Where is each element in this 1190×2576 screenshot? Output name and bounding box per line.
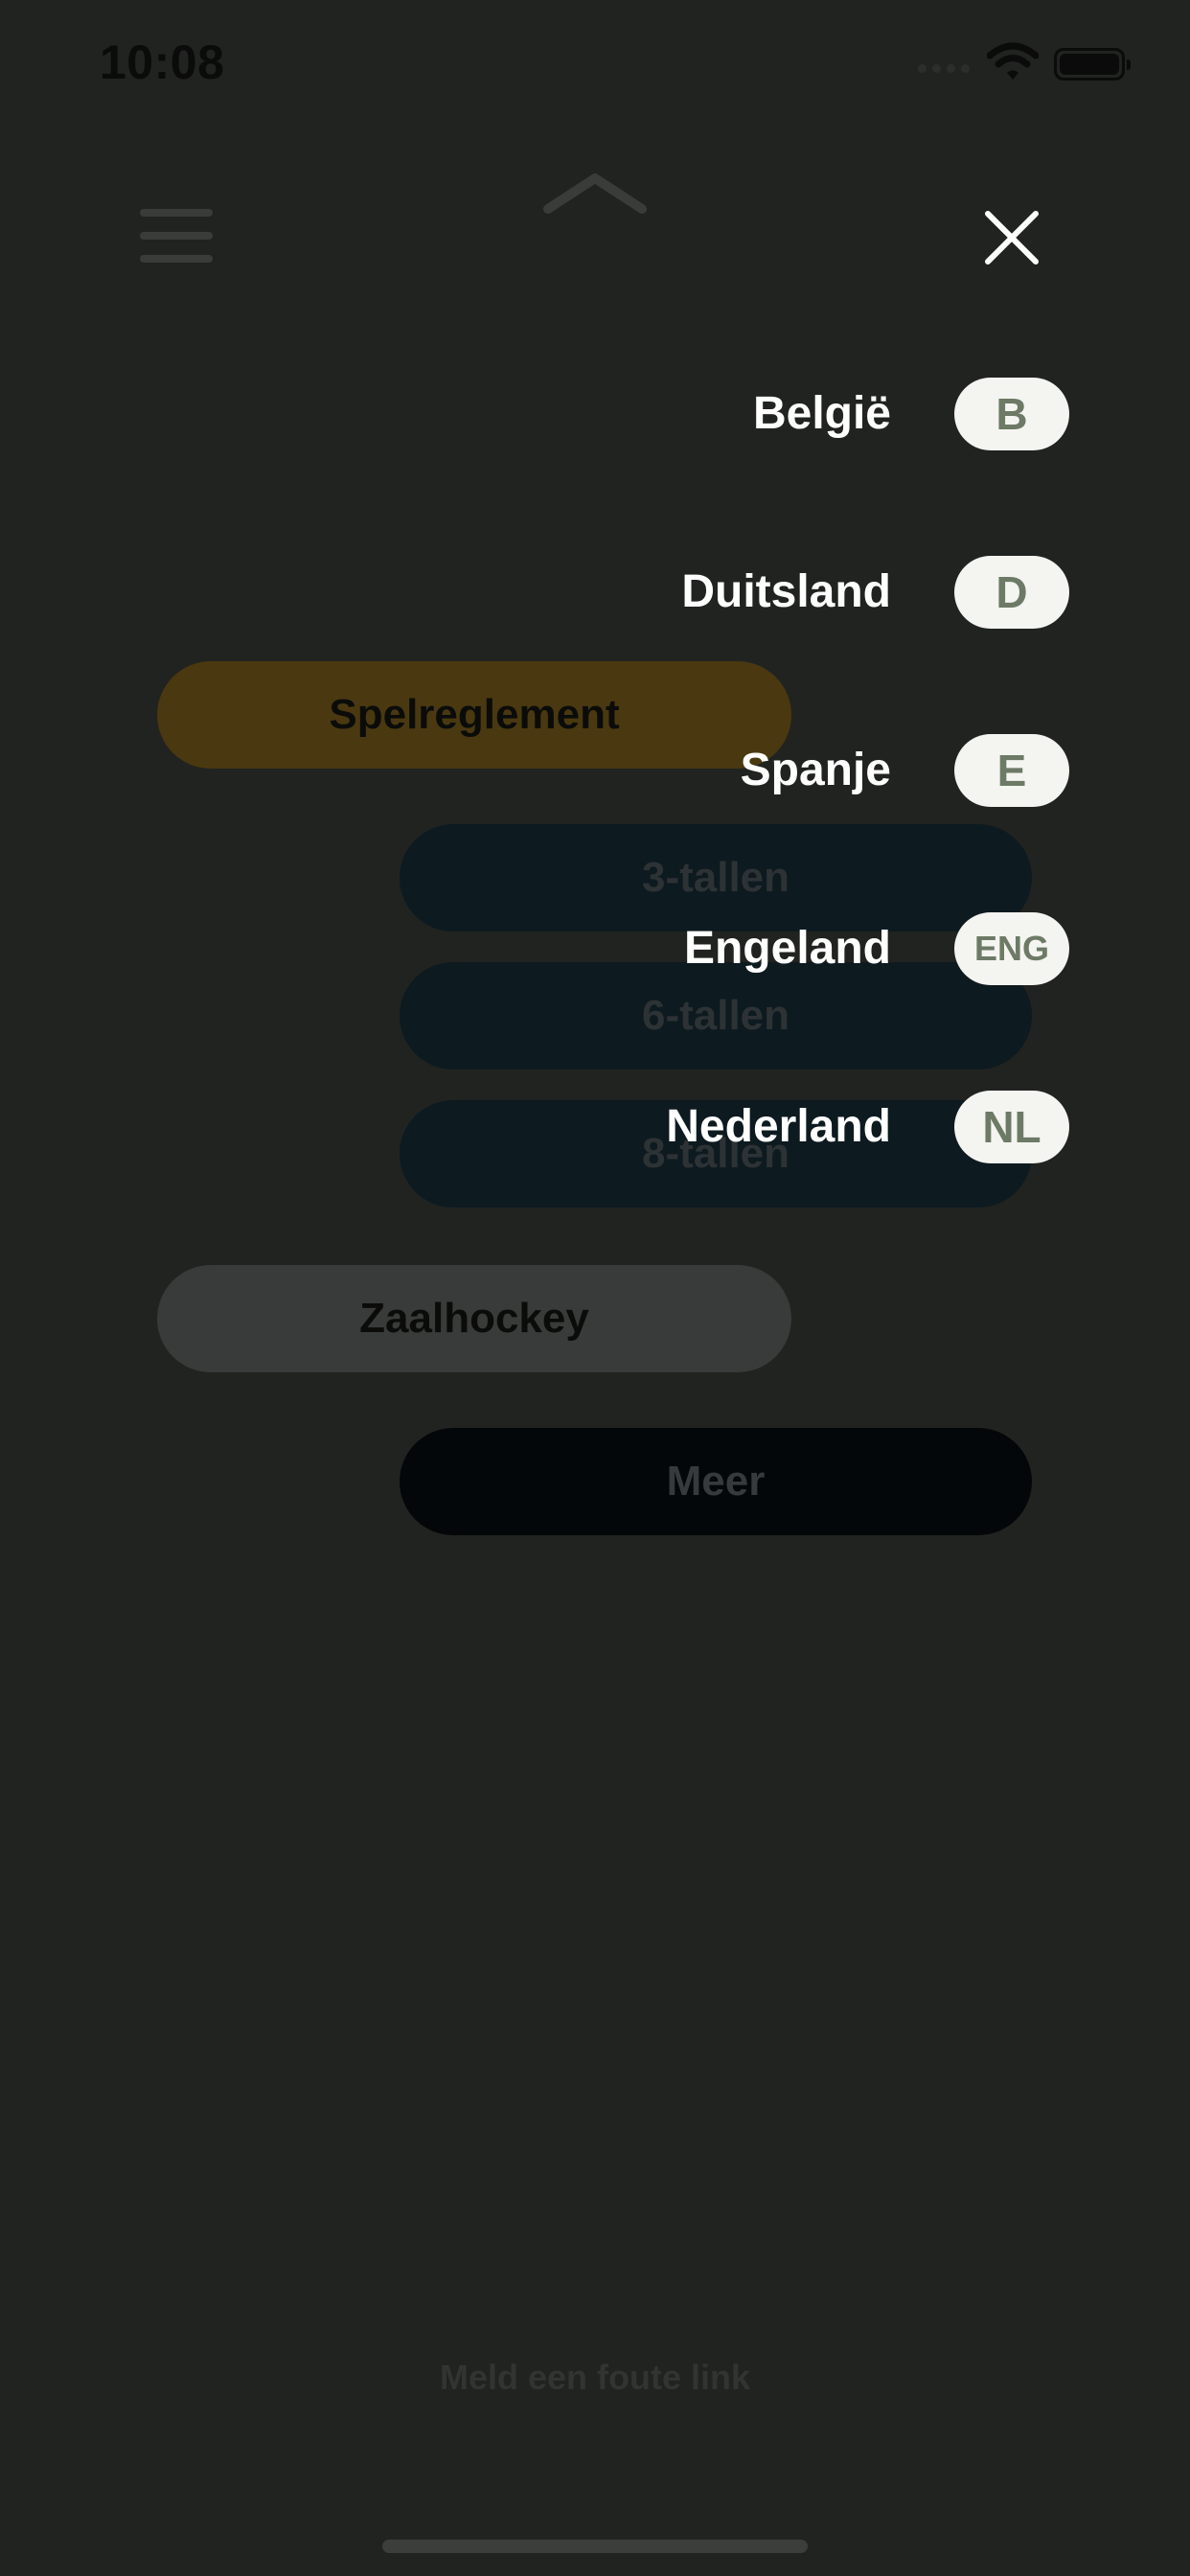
language-item-belgie[interactable]: België B bbox=[537, 376, 1069, 452]
status-time: 10:08 bbox=[100, 35, 225, 89]
signal-icon bbox=[918, 59, 975, 75]
language-item-duitsland[interactable]: Duitsland D bbox=[537, 554, 1069, 631]
meer-button[interactable]: Meer bbox=[400, 1428, 1032, 1535]
status-bar: 10:08 bbox=[0, 0, 1190, 125]
language-label: Duitsland bbox=[681, 566, 891, 617]
hamburger-menu-icon[interactable] bbox=[140, 209, 213, 263]
report-broken-link[interactable]: Meld een foute link bbox=[0, 2358, 1190, 2398]
language-item-nederland[interactable]: Nederland NL bbox=[537, 1089, 1069, 1165]
home-indicator bbox=[382, 2540, 808, 2553]
close-icon[interactable] bbox=[983, 209, 1041, 266]
language-item-spanje[interactable]: Spanje E bbox=[537, 732, 1069, 809]
language-code-badge[interactable]: E bbox=[954, 734, 1069, 807]
language-code-badge[interactable]: ENG bbox=[954, 912, 1069, 985]
language-label: Nederland bbox=[666, 1101, 891, 1152]
wifi-icon bbox=[986, 42, 1040, 80]
language-label: Spanje bbox=[740, 745, 891, 795]
zaalhockey-button[interactable]: Zaalhockey bbox=[157, 1265, 791, 1372]
language-code-badge[interactable]: B bbox=[954, 378, 1069, 450]
language-label: België bbox=[752, 388, 891, 439]
language-code-badge[interactable]: NL bbox=[954, 1091, 1069, 1163]
battery-icon bbox=[1054, 48, 1131, 80]
language-code-badge[interactable]: D bbox=[954, 556, 1069, 629]
language-label: Engeland bbox=[683, 923, 891, 974]
chevron-up-icon[interactable] bbox=[542, 169, 648, 215]
language-item-engeland[interactable]: Engeland ENG bbox=[537, 910, 1069, 987]
